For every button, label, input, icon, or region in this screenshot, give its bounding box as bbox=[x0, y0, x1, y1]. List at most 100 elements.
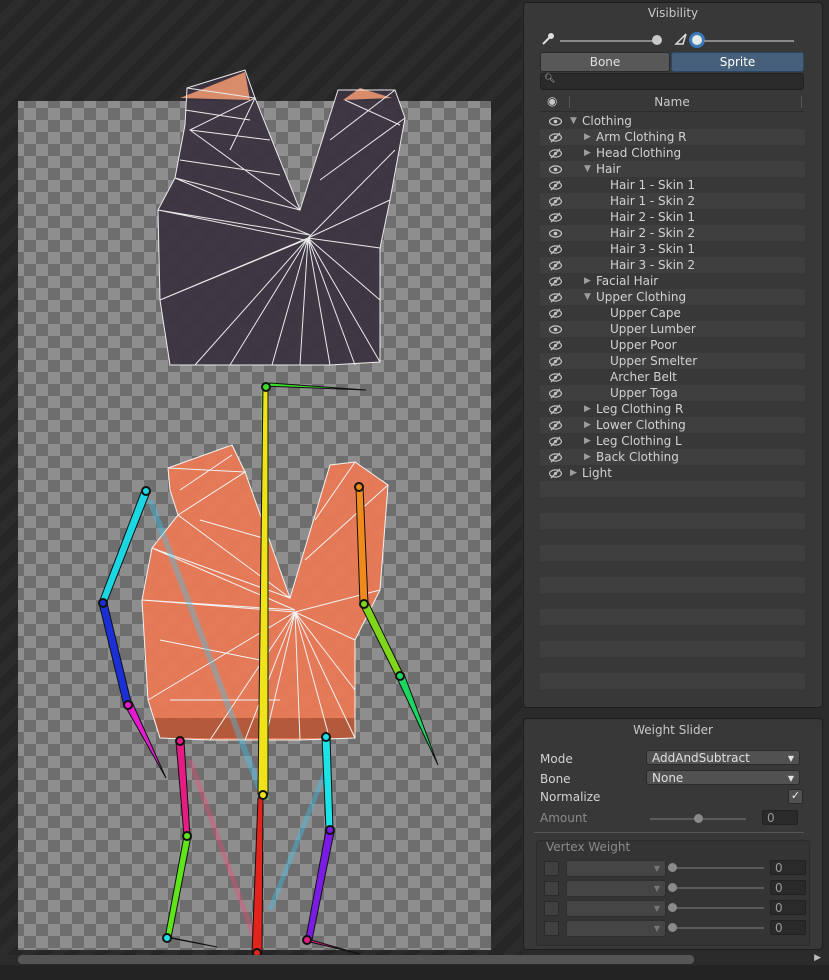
caret-right-icon[interactable]: ▶ bbox=[584, 145, 594, 161]
vertex-weight-bone-dropdown[interactable]: ▼ bbox=[566, 900, 666, 917]
eye-slash-icon[interactable] bbox=[548, 449, 562, 465]
tree-row[interactable]: Hair 1 - Skin 1 bbox=[540, 177, 805, 193]
eye-slash-icon[interactable] bbox=[548, 289, 562, 305]
eye-icon[interactable] bbox=[548, 161, 562, 177]
chevron-down-icon: ▼ bbox=[653, 904, 660, 913]
bone-dropdown[interactable]: None ▼ bbox=[646, 770, 800, 785]
caret-right-icon[interactable]: ▶ bbox=[584, 449, 594, 465]
eye-slash-icon[interactable] bbox=[548, 369, 562, 385]
sprite-canvas[interactable] bbox=[0, 0, 522, 955]
caret-right-icon[interactable]: ▶ bbox=[570, 465, 580, 481]
sprite-toggle-button[interactable]: Sprite bbox=[671, 52, 804, 72]
eye-slash-icon[interactable] bbox=[548, 273, 562, 289]
chevron-down-icon: ▼ bbox=[787, 774, 794, 783]
tree-row[interactable]: Upper Lumber bbox=[540, 321, 805, 337]
caret-right-icon[interactable]: ▶ bbox=[584, 273, 594, 289]
eye-slash-icon[interactable] bbox=[548, 241, 562, 257]
tree-row[interactable]: Upper Cape bbox=[540, 305, 805, 321]
tree-row[interactable]: Upper Poor bbox=[540, 337, 805, 353]
tree-row[interactable]: Hair 2 - Skin 1 bbox=[540, 209, 805, 225]
eye-slash-icon[interactable] bbox=[548, 465, 562, 481]
eye-slash-icon[interactable] bbox=[548, 417, 562, 433]
bone-opacity-slider[interactable] bbox=[560, 40, 656, 42]
eye-slash-icon[interactable] bbox=[548, 193, 562, 209]
eye-icon[interactable] bbox=[548, 113, 562, 129]
vertex-weight-knob[interactable] bbox=[668, 863, 677, 872]
caret-right-icon[interactable]: ▶ bbox=[584, 417, 594, 433]
vertex-weight-value[interactable]: 0 bbox=[770, 880, 806, 895]
tree-row[interactable]: ▶ Arm Clothing R bbox=[540, 129, 805, 145]
eye-slash-icon[interactable] bbox=[548, 401, 562, 417]
column-name-header[interactable]: Name bbox=[540, 95, 804, 109]
caret-right-icon[interactable]: ▶ bbox=[584, 401, 594, 417]
tree-row[interactable]: Upper Toga bbox=[540, 385, 805, 401]
tree-row[interactable]: Hair 3 - Skin 2 bbox=[540, 257, 805, 273]
vertex-weight-slider[interactable] bbox=[672, 867, 764, 869]
tree-empty-row bbox=[540, 577, 805, 593]
eye-slash-icon[interactable] bbox=[548, 385, 562, 401]
eye-slash-icon[interactable] bbox=[548, 305, 562, 321]
vertex-weight-slider[interactable] bbox=[672, 927, 764, 929]
eye-slash-icon[interactable] bbox=[548, 337, 562, 353]
eye-slash-icon[interactable] bbox=[548, 177, 562, 193]
bone-toggle-button[interactable]: Bone bbox=[540, 52, 670, 72]
mesh-opacity-slider[interactable] bbox=[704, 40, 794, 42]
vertex-weight-checkbox[interactable] bbox=[544, 921, 559, 936]
tree-row[interactable]: ▶ Light bbox=[540, 465, 805, 481]
caret-right-icon[interactable]: ▶ bbox=[584, 433, 594, 449]
mesh-opacity-knob[interactable] bbox=[692, 35, 702, 45]
vertex-weight-checkbox[interactable] bbox=[544, 861, 559, 876]
vertex-weight-value[interactable]: 0 bbox=[770, 860, 806, 875]
tree-row[interactable]: ▼ Hair bbox=[540, 161, 805, 177]
eye-slash-icon[interactable] bbox=[548, 209, 562, 225]
eye-slash-icon[interactable] bbox=[548, 353, 562, 369]
eye-slash-icon[interactable] bbox=[548, 145, 562, 161]
eye-icon[interactable] bbox=[548, 225, 562, 241]
search-input[interactable]: 🔍︎ bbox=[540, 73, 804, 90]
vertex-weight-knob[interactable] bbox=[668, 883, 677, 892]
eye-slash-icon[interactable] bbox=[548, 129, 562, 145]
tree-row[interactable]: ▼ Upper Clothing bbox=[540, 289, 805, 305]
amount-field[interactable]: 0 bbox=[762, 810, 798, 825]
caret-right-icon[interactable]: ▶ bbox=[584, 129, 594, 145]
vertex-weight-slider[interactable] bbox=[672, 887, 764, 889]
vertex-weight-value[interactable]: 0 bbox=[770, 900, 806, 915]
vertex-weight-knob[interactable] bbox=[668, 923, 677, 932]
eye-icon[interactable] bbox=[548, 321, 562, 337]
tree-row[interactable]: Upper Smelter bbox=[540, 353, 805, 369]
tree-row[interactable]: ▼ Clothing bbox=[540, 113, 805, 129]
eye-slash-icon[interactable] bbox=[548, 257, 562, 273]
tree-row[interactable]: ▶ Facial Hair bbox=[540, 273, 805, 289]
mode-dropdown[interactable]: AddAndSubtract ▼ bbox=[646, 750, 800, 765]
eye-slash-icon[interactable] bbox=[548, 433, 562, 449]
status-bar bbox=[0, 965, 829, 980]
tree-row[interactable]: ▶ Leg Clothing R bbox=[540, 401, 805, 417]
vertex-weight-bone-dropdown[interactable]: ▼ bbox=[566, 920, 666, 937]
horizontal-scrollbar[interactable]: ▶ bbox=[0, 953, 829, 965]
scroll-right-icon[interactable]: ▶ bbox=[814, 953, 821, 963]
tree-row[interactable]: ▶ Leg Clothing L bbox=[540, 433, 805, 449]
vertex-weight-bone-dropdown[interactable]: ▼ bbox=[566, 880, 666, 897]
tree-row[interactable]: Hair 1 - Skin 2 bbox=[540, 193, 805, 209]
scene-viewport[interactable] bbox=[0, 0, 522, 955]
vertex-weight-value[interactable]: 0 bbox=[770, 920, 806, 935]
tree-row[interactable]: Hair 3 - Skin 1 bbox=[540, 241, 805, 257]
tree-row[interactable]: Archer Belt bbox=[540, 369, 805, 385]
normalize-checkbox[interactable]: ✓ bbox=[788, 789, 803, 804]
tree-empty-row bbox=[540, 657, 805, 673]
tree-row[interactable]: Hair 2 - Skin 2 bbox=[540, 225, 805, 241]
vertex-weight-knob[interactable] bbox=[668, 903, 677, 912]
vertex-weight-slider[interactable] bbox=[672, 907, 764, 909]
caret-down-icon[interactable]: ▼ bbox=[584, 161, 594, 177]
bone-opacity-knob[interactable] bbox=[652, 35, 662, 45]
caret-down-icon[interactable]: ▼ bbox=[584, 289, 594, 305]
caret-down-icon[interactable]: ▼ bbox=[570, 113, 580, 129]
scrollbar-thumb[interactable] bbox=[18, 955, 694, 964]
amount-knob[interactable] bbox=[694, 814, 703, 823]
tree-row[interactable]: ▶ Back Clothing bbox=[540, 449, 805, 465]
vertex-weight-checkbox[interactable] bbox=[544, 901, 559, 916]
tree-row[interactable]: ▶ Lower Clothing bbox=[540, 417, 805, 433]
vertex-weight-checkbox[interactable] bbox=[544, 881, 559, 896]
tree-row[interactable]: ▶ Head Clothing bbox=[540, 145, 805, 161]
vertex-weight-bone-dropdown[interactable]: ▼ bbox=[566, 860, 666, 877]
